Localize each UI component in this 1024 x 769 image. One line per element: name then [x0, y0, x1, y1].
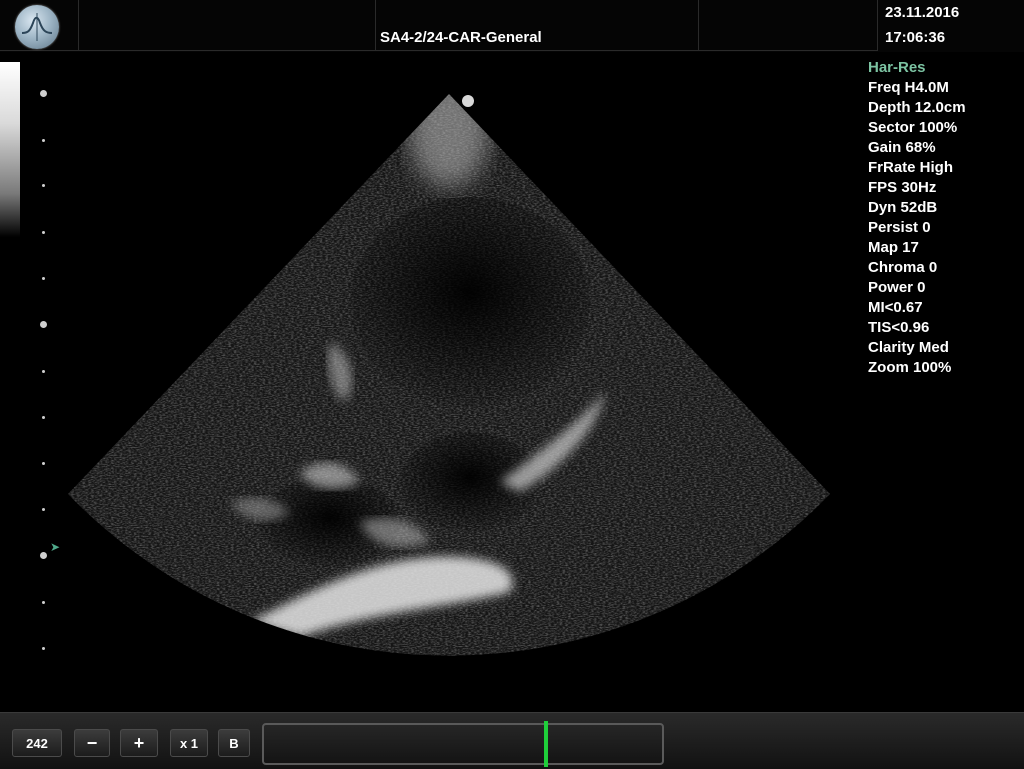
orientation-marker-icon	[462, 95, 474, 107]
cine-speed-button[interactable]: x 1	[170, 729, 208, 757]
sector-scan	[68, 94, 830, 656]
header-cell-1	[79, 0, 376, 51]
param-row: MI<0.67	[868, 299, 923, 316]
bottom-toolbar: 242 − + x 1 B	[0, 712, 1024, 769]
zoom-out-button[interactable]: −	[74, 729, 110, 757]
zoom-in-button[interactable]: +	[120, 729, 158, 757]
param-row: Depth 12.0cm	[868, 99, 966, 116]
param-row: TIS<0.96	[868, 319, 930, 336]
imaging-mode-label: Har-Res	[868, 59, 926, 76]
param-row: Persist 0	[868, 219, 931, 236]
param-row: FrRate High	[868, 159, 954, 176]
param-row: Power 0	[868, 279, 926, 296]
date-label: 23.11.2016	[885, 4, 960, 21]
scan-parameters: Har-Res Freq H4.0M Depth 12.0cm Sector 100%…	[868, 58, 966, 378]
frame-count: 242	[12, 729, 62, 757]
top-bar: SA4-2/24-CAR-General 23.11.2016 17:06:36	[0, 0, 1024, 52]
param-row: Gain 68%	[868, 139, 936, 156]
waveform-logo-icon[interactable]	[15, 5, 59, 49]
param-row: Map 17	[868, 239, 919, 256]
param-row: Dyn 52dB	[868, 199, 938, 216]
ultrasound-image[interactable]	[0, 52, 860, 712]
cine-position-cursor[interactable]	[544, 721, 548, 767]
param-row: Sector 100%	[868, 119, 958, 136]
preset-label: SA4-2/24-CAR-General	[380, 29, 542, 46]
header-cell-3	[699, 0, 878, 51]
time-label: 17:06:36	[885, 29, 946, 46]
cine-slider[interactable]	[262, 721, 664, 767]
param-row: Clarity Med	[868, 339, 949, 356]
param-row: Freq H4.0M	[868, 79, 949, 96]
param-row: Zoom 100%	[868, 359, 952, 376]
param-row: Chroma 0	[868, 259, 938, 276]
b-mode-button[interactable]: B	[218, 729, 250, 757]
param-row: FPS 30Hz	[868, 179, 937, 196]
